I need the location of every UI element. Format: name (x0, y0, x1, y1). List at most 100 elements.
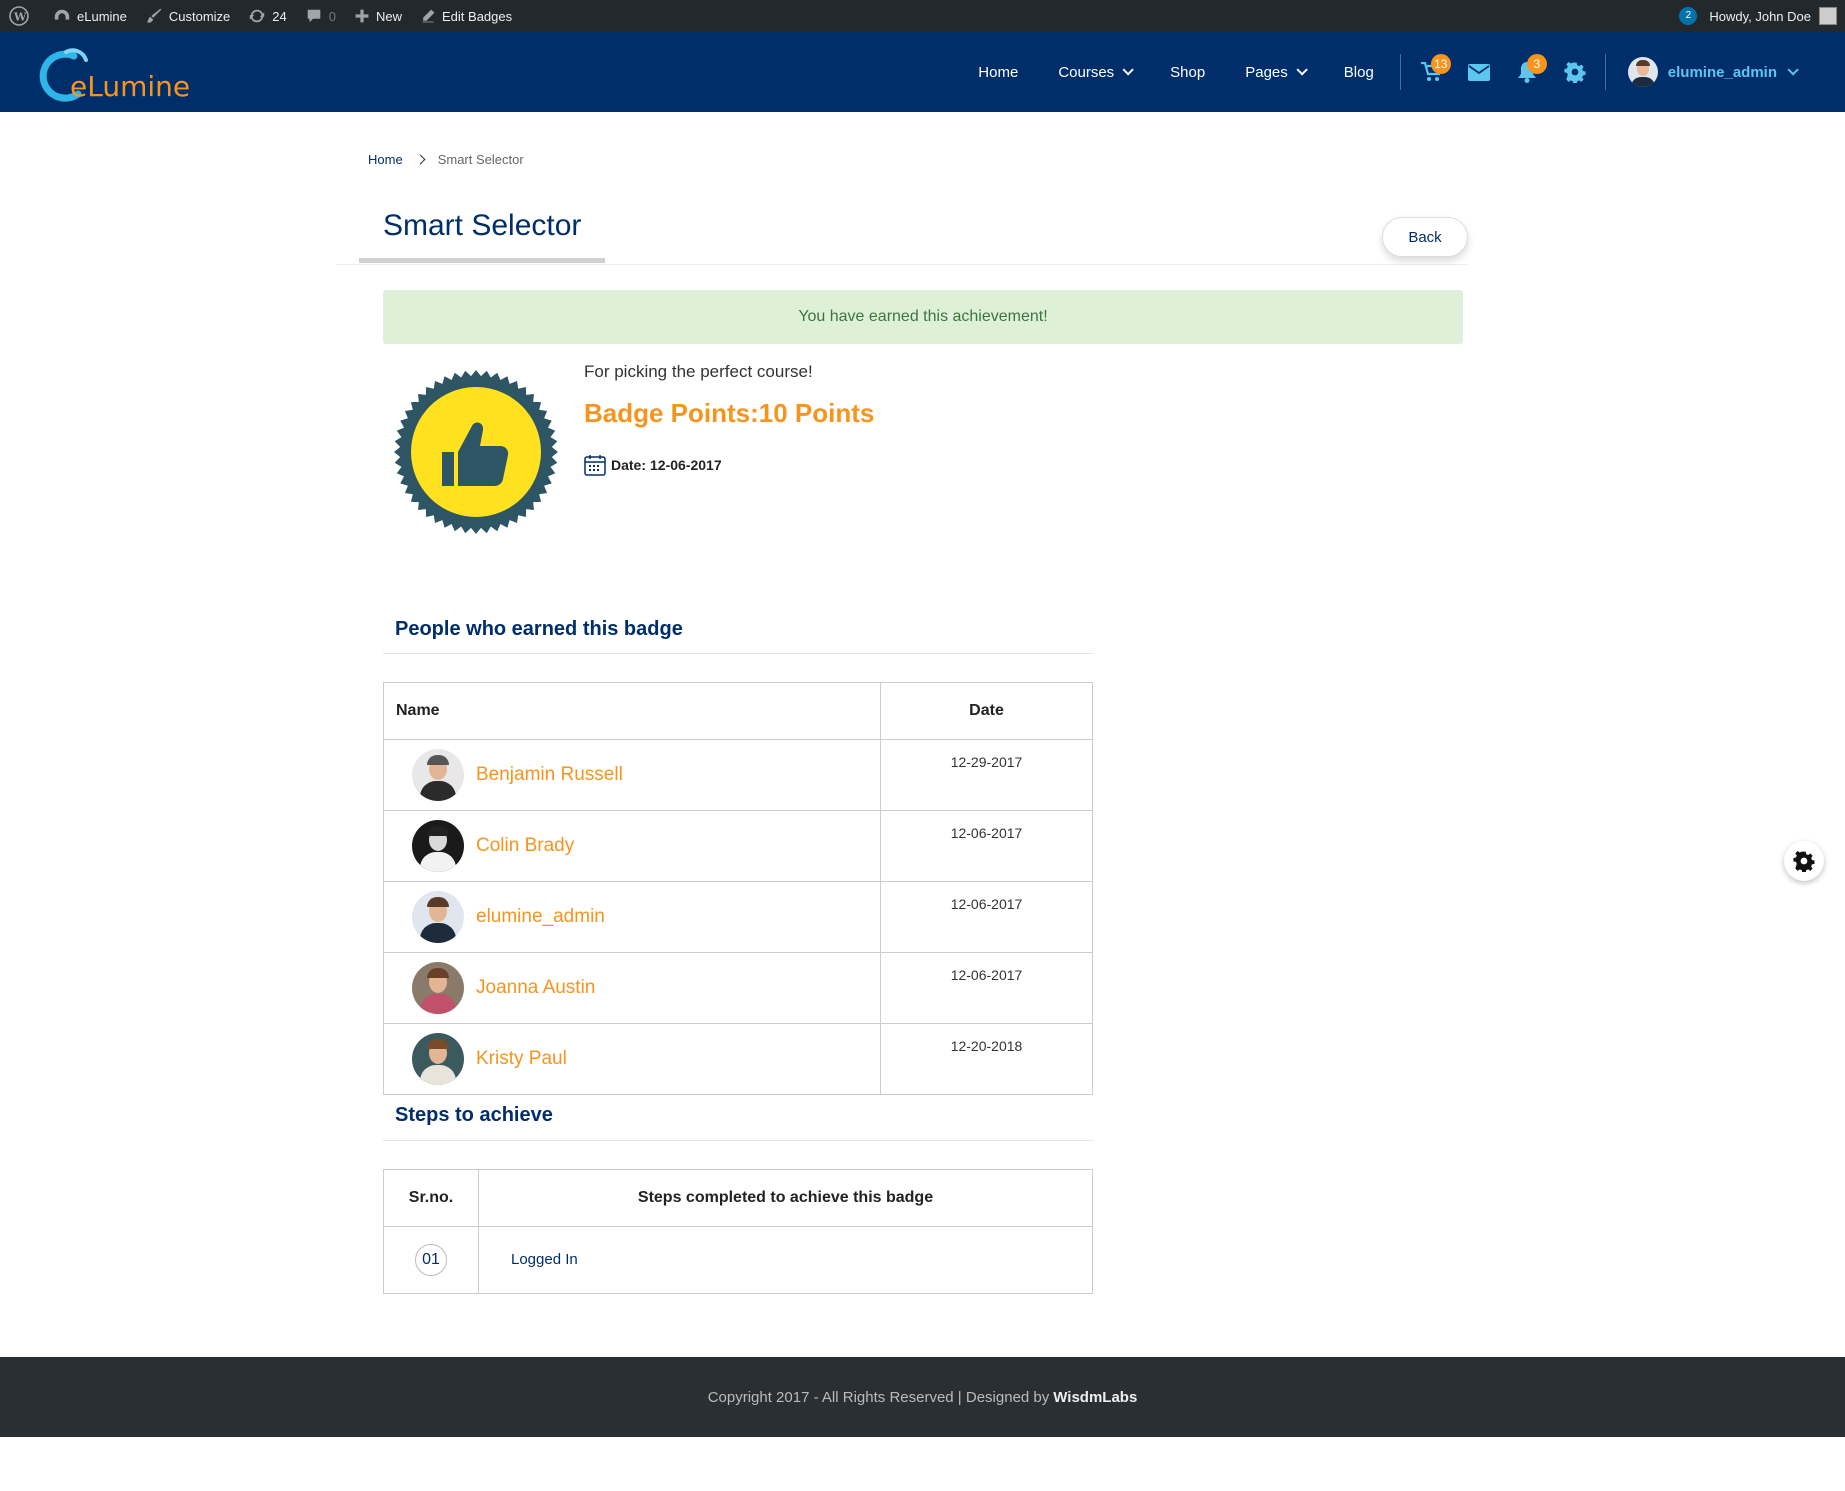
nav-blog[interactable]: Blog (1324, 64, 1394, 81)
site-name-link[interactable]: eLumine (44, 0, 136, 32)
customize-label: Customize (168, 8, 231, 24)
admin-bar: W eLumine Customize 24 0 New Edit Badges… (0, 0, 1845, 32)
chevron-right-icon (415, 154, 426, 165)
breadcrumb-current: Smart Selector (437, 152, 524, 167)
achievement-alert: You have earned this achievement! (383, 290, 1463, 344)
steps-table: Sr.no. Steps completed to achieve this b… (383, 1169, 1093, 1294)
earned-date: 12-06-2017 (880, 810, 1093, 882)
my-account[interactable]: 2 Howdy, John Doe (1679, 0, 1837, 32)
nav-courses-label: Courses (1058, 63, 1115, 81)
breadcrumb-home-link[interactable]: Home (368, 152, 403, 167)
designer-link[interactable]: WisdmLabs (1053, 1389, 1137, 1406)
nav-shop-label: Shop (1170, 63, 1206, 81)
avatar (1627, 57, 1658, 87)
table-row: Joanna Austin 12-06-2017 (383, 952, 1093, 1024)
avatar (412, 820, 464, 872)
nav-menu: Home Courses Shop Pages Blog 13 3 elumin… (958, 32, 1845, 112)
people-table: Name Date Benjamin Russell 12-29-2017 Co… (383, 682, 1093, 1095)
badge-description: For picking the perfect course! (584, 362, 813, 381)
footer: Copyright 2017 - All Rights Reserved | D… (0, 1357, 1845, 1437)
nav-pages[interactable]: Pages (1225, 64, 1324, 81)
copyright-text: Copyright 2017 - All Rights Reserved | D… (707, 1388, 1050, 1406)
divider (383, 1140, 1093, 1141)
date-value: 12-06-2017 (650, 457, 722, 473)
calendar-icon (584, 455, 606, 476)
notifications-button[interactable]: 3 (1503, 52, 1551, 92)
badge-thumbs-up-icon (394, 370, 558, 534)
pencil-icon (422, 9, 435, 23)
step-number: 01 (415, 1244, 447, 1276)
nav-divider (1604, 54, 1606, 90)
nav-home-label: Home (978, 63, 1019, 81)
title-underline (359, 258, 605, 263)
person-name-link[interactable]: Joanna Austin (476, 977, 595, 999)
step-link[interactable]: Logged In (479, 1251, 578, 1268)
notification-count-badge[interactable]: 2 (1679, 7, 1698, 25)
column-header-name: Name (383, 682, 881, 740)
table-row: elumine_admin 12-06-2017 (383, 881, 1093, 953)
floating-settings-button[interactable] (1784, 841, 1824, 881)
cart-button[interactable]: 13 (1407, 52, 1455, 92)
nav-home[interactable]: Home (958, 64, 1038, 81)
user-menu[interactable]: elumine_admin (1612, 57, 1845, 87)
updates-link[interactable]: 24 (239, 0, 295, 32)
comment-icon (307, 9, 321, 23)
page-title: Smart Selector (383, 209, 582, 242)
plus-icon (355, 9, 369, 23)
messages-button[interactable] (1455, 52, 1503, 92)
nav-shop[interactable]: Shop (1150, 64, 1225, 81)
edit-badges-link[interactable]: Edit Badges (411, 0, 521, 32)
column-header-srno: Sr.no. (383, 1169, 479, 1227)
gear-icon (1793, 851, 1815, 872)
table-row: 01 Logged In (383, 1226, 1093, 1294)
nav-divider (1399, 54, 1401, 90)
avatar (412, 962, 464, 1014)
new-content-link[interactable]: New (345, 0, 411, 32)
svg-text:W: W (13, 11, 27, 24)
people-heading: People who earned this badge (395, 618, 683, 640)
admin-avatar (1819, 7, 1837, 25)
username-label: elumine_admin (1667, 63, 1777, 81)
badge-points: Badge Points:10 Points (584, 398, 875, 428)
logo-text: eLumine (70, 70, 191, 103)
column-header-steps: Steps completed to achieve this badge (478, 1169, 1093, 1227)
chevron-down-icon (1787, 64, 1799, 76)
table-row: Kristy Paul 12-20-2018 (383, 1023, 1093, 1095)
settings-button[interactable] (1551, 52, 1599, 92)
new-label: New (376, 8, 403, 24)
back-button[interactable]: Back (1382, 217, 1468, 257)
nav-pages-label: Pages (1245, 63, 1288, 81)
table-header-row: Sr.no. Steps completed to achieve this b… (383, 1169, 1093, 1227)
earned-date: 12-06-2017 (880, 952, 1093, 1024)
chevron-down-icon (1122, 64, 1134, 76)
wordpress-icon: W (9, 6, 29, 26)
comments-count: 0 (328, 8, 336, 24)
date-label: Date: (611, 457, 647, 473)
table-row: Benjamin Russell 12-29-2017 (383, 739, 1093, 811)
divider (383, 653, 1093, 654)
customize-link[interactable]: Customize (136, 0, 239, 32)
breadcrumb: Home Smart Selector (368, 152, 524, 167)
person-name-link[interactable]: Kristy Paul (476, 1048, 567, 1070)
person-name-link[interactable]: elumine_admin (476, 906, 605, 928)
cart-count-badge: 13 (1430, 54, 1451, 74)
dashboard-icon (54, 9, 70, 20)
avatar (412, 1033, 464, 1085)
gear-icon (1564, 62, 1586, 83)
badge-date: Date: 12-06-2017 (584, 454, 722, 476)
earned-date: 12-20-2018 (880, 1023, 1093, 1095)
avatar (412, 749, 464, 801)
envelope-icon (1467, 63, 1490, 81)
person-name-link[interactable]: Benjamin Russell (476, 764, 623, 786)
nav-blog-label: Blog (1343, 63, 1374, 81)
avatar (412, 891, 464, 943)
person-name-link[interactable]: Colin Brady (476, 835, 574, 857)
table-header-row: Name Date (383, 682, 1093, 740)
nav-courses[interactable]: Courses (1038, 64, 1150, 81)
chevron-down-icon (1296, 64, 1308, 76)
updates-icon (250, 9, 265, 23)
comments-link[interactable]: 0 (296, 0, 345, 32)
main-navigation: eLumine Home Courses Shop Pages Blog 13 … (0, 32, 1845, 112)
wordpress-logo-button[interactable]: W (0, 0, 44, 32)
brush-icon (146, 8, 162, 23)
